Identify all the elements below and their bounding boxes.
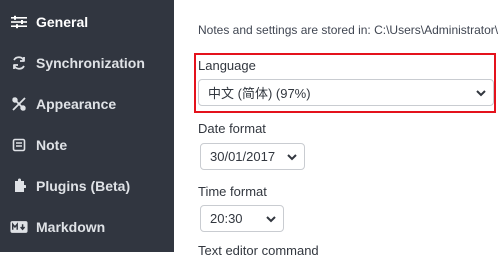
chevron-down-icon [266,215,276,222]
sync-icon [10,54,28,72]
sidebar-item-label: Note [36,137,68,153]
date-format-select-value: 30/01/2017 [210,149,276,164]
chevron-down-icon [287,153,297,160]
time-format-select[interactable]: 20:30 [200,205,284,232]
sidebar-item-plugins[interactable]: Plugins (Beta) [0,166,174,206]
sliders-icon [10,13,28,31]
time-format-select-value: 20:30 [210,211,243,226]
language-select-value: 中文 (简体) (97%) [208,86,311,101]
settings-main-panel: Notes and settings are stored in: C:\Use… [174,0,502,258]
sidebar-item-label: Appearance [36,96,117,112]
chevron-down-icon [476,89,486,96]
date-format-label: Date format [198,121,266,136]
language-label: Language [198,58,256,73]
storage-location-note: Notes and settings are stored in: C:\Use… [198,23,499,37]
sidebar-item-general[interactable]: General [0,2,174,42]
sidebar-item-appearance[interactable]: Appearance [0,84,174,124]
sidebar-item-markdown[interactable]: Markdown [0,207,174,247]
time-format-label: Time format [198,184,267,199]
sidebar-item-label: Plugins (Beta) [36,178,131,194]
markdown-icon [10,218,28,236]
sidebar-item-label: Synchronization [36,55,145,71]
note-icon [10,136,28,154]
settings-sidebar: General Synchronization Appearance Note … [0,0,174,252]
sidebar-item-synchronization[interactable]: Synchronization [0,43,174,83]
text-editor-command-label: Text editor command [198,243,319,258]
sidebar-item-note[interactable]: Note [0,125,174,165]
puzzle-icon [10,177,28,195]
sidebar-item-label: General [36,14,89,30]
paint-tools-icon [10,95,28,113]
date-format-select[interactable]: 30/01/2017 [200,143,305,170]
language-select[interactable]: 中文 (简体) (97%) [198,79,494,106]
sidebar-item-label: Markdown [36,219,106,235]
